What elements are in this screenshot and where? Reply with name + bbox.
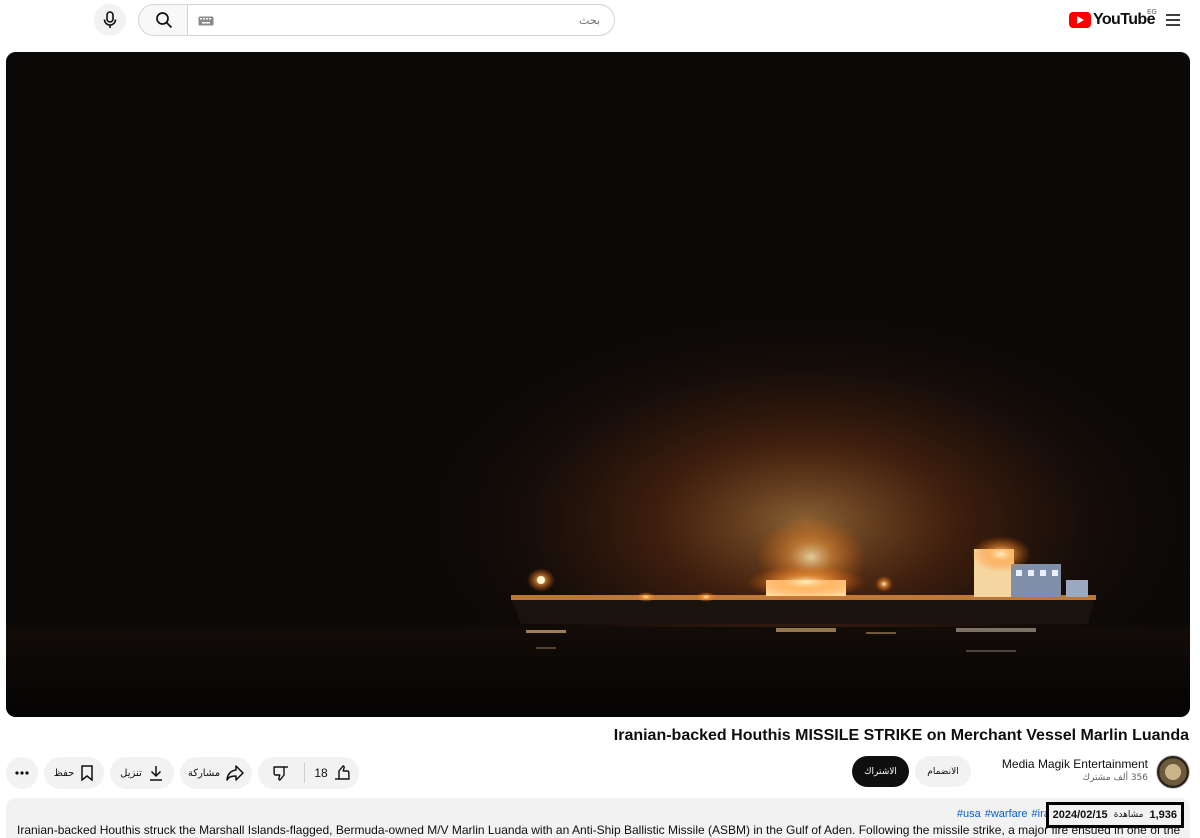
search-input[interactable]	[222, 5, 602, 35]
join-button[interactable]: الانضمام	[915, 756, 971, 787]
thumbs-up-icon	[334, 765, 350, 780]
description-box[interactable]: #usa #warfare #iran 2024/02/15 مشاهدة 1,…	[6, 798, 1190, 838]
top-bar: YouTube EG	[0, 0, 1200, 42]
download-label: تنزيل	[120, 767, 142, 779]
hashtag-warfare[interactable]: #warfare	[985, 808, 1028, 820]
dislike-button[interactable]	[258, 757, 304, 789]
search-button[interactable]	[138, 4, 188, 36]
hashtags: #usa #warfare #iran	[957, 808, 1056, 820]
save-button[interactable]: حفظ	[44, 757, 104, 789]
hashtag-usa[interactable]: #usa	[957, 808, 981, 820]
video-frame	[6, 52, 1190, 717]
logo-text: YouTube	[1093, 11, 1155, 28]
search-box	[187, 4, 615, 36]
like-count: 18	[314, 766, 328, 780]
download-icon	[149, 766, 162, 781]
subscribe-button[interactable]: الاشتراك	[852, 756, 909, 787]
more-actions-button[interactable]	[6, 757, 38, 789]
keyboard-icon[interactable]	[198, 16, 214, 26]
region-code: EG	[1147, 8, 1157, 16]
subscriber-count: 356 ألف مشترك	[1082, 773, 1148, 783]
share-button[interactable]: مشاركة	[180, 757, 252, 789]
menu-button[interactable]	[1164, 11, 1182, 29]
download-button[interactable]: تنزيل	[110, 757, 174, 789]
view-count: 1,936	[1149, 809, 1177, 821]
description-text: Iranian-backed Houthis struck the Marsha…	[17, 823, 1181, 837]
like-dislike-group: 18	[258, 757, 359, 789]
youtube-play-icon	[1069, 12, 1091, 28]
youtube-logo[interactable]: YouTube	[1069, 9, 1155, 31]
views-label: مشاهدة	[1113, 810, 1144, 820]
voice-search-button[interactable]	[94, 4, 126, 36]
search-icon	[155, 12, 172, 29]
hamburger-menu-icon	[1166, 14, 1180, 26]
video-title: Iranian-backed Houthis MISSILE STRIKE on…	[613, 727, 1189, 744]
microphone-icon	[103, 11, 117, 28]
like-button[interactable]: 18	[305, 757, 359, 789]
bookmark-icon	[81, 765, 94, 781]
share-label: مشاركة	[187, 767, 221, 779]
channel-name[interactable]: Media Magik Entertainment	[1002, 757, 1148, 771]
upload-date: 2024/02/15	[1052, 809, 1108, 821]
more-horizontal-icon	[15, 771, 29, 775]
share-icon	[226, 765, 244, 781]
thumbs-down-icon	[273, 766, 288, 781]
video-player[interactable]	[6, 52, 1190, 717]
channel-avatar[interactable]	[1156, 755, 1190, 789]
save-label: حفظ	[53, 767, 75, 779]
